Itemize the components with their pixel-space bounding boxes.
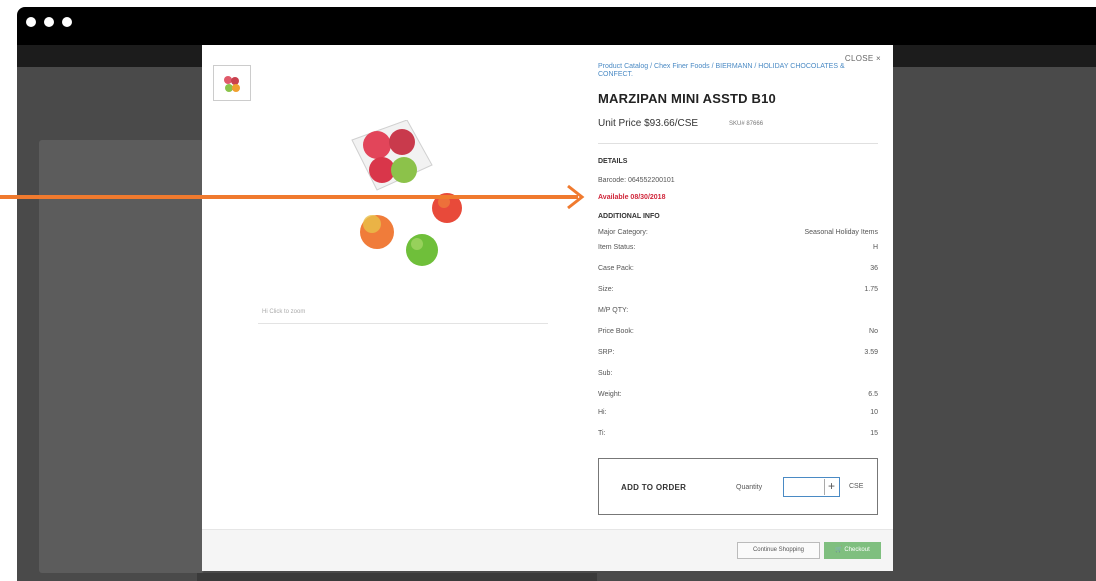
details-heading: DETAILS [598, 158, 628, 165]
info-value: Seasonal Holiday Items [804, 229, 878, 236]
availability-text: Available 08/30/2018 [598, 194, 666, 201]
quantity-label: Quantity [736, 484, 763, 491]
info-label: Case Pack: [598, 265, 634, 272]
barcode-text: Barcode: 064552200101 [598, 177, 675, 184]
info-row: SRP: 3.59 [598, 349, 878, 356]
info-label: SRP: [598, 349, 615, 356]
info-value: 6.5 [868, 391, 878, 398]
sku-label: SKU# 87666 [729, 121, 764, 127]
info-value: 3.59 [864, 349, 878, 356]
checkout-button[interactable]: 🛒 Checkout [824, 542, 881, 559]
continue-shopping-button[interactable]: Continue Shopping [737, 542, 820, 559]
checkout-label: Checkout [844, 547, 870, 553]
annotation-arrow [0, 184, 585, 210]
info-label: Ti: [598, 430, 606, 437]
info-label: Size: [598, 286, 614, 293]
info-row: Weight: 6.5 [598, 391, 878, 398]
add-to-order-label: ADD TO ORDER [621, 483, 687, 492]
image-caption: Hi Click to zoom [262, 309, 306, 315]
info-label: Price Book: [598, 328, 634, 335]
cart-icon: 🛒 [835, 547, 843, 553]
info-row: Major Category: Seasonal Holiday Items [598, 229, 878, 236]
info-row: Item Status: H [598, 244, 878, 251]
info-row: Size: 1.75 [598, 286, 878, 293]
quantity-increment-button[interactable]: + [824, 479, 838, 495]
info-row: Sub: [598, 370, 878, 377]
divider [598, 143, 878, 144]
add-to-order-box: ADD TO ORDER Quantity + CSE [598, 458, 878, 515]
info-value: H [872, 244, 878, 251]
info-value: 15 [870, 430, 878, 437]
modal-footer: Continue Shopping 🛒 Checkout [202, 529, 893, 571]
info-label: Sub: [598, 370, 613, 377]
app-window: CLOSE × Hi Click to zoom Product Catalog… [0, 0, 1096, 581]
info-row: M/P QTY: [598, 307, 878, 314]
unit-price: Unit Price $93.66/CSE [598, 118, 699, 129]
close-button[interactable]: CLOSE × [845, 54, 881, 63]
info-row: Hi: 10 [598, 409, 878, 416]
info-row: Case Pack: 36 [598, 265, 878, 272]
product-title: MARZIPAN MINI ASSTD B10 [598, 91, 776, 106]
additional-info-heading: ADDITIONAL INFO [598, 213, 660, 220]
info-label: Hi: [598, 409, 607, 416]
info-row: Ti: 15 [598, 430, 878, 437]
background-footer [197, 573, 597, 581]
info-value: 1.75 [864, 286, 878, 293]
info-value: 36 [870, 265, 878, 272]
info-label: Item Status: [598, 244, 636, 251]
unit-label: CSE [849, 483, 864, 490]
breadcrumb[interactable]: Product Catalog / Chex Finer Foods / BIE… [598, 63, 858, 79]
info-value: 10 [870, 409, 878, 416]
info-value: No [869, 328, 878, 335]
info-row: Price Book: No [598, 328, 878, 335]
divider [258, 323, 548, 324]
info-label: M/P QTY: [598, 307, 629, 314]
info-label: Major Category: [598, 229, 648, 236]
info-label: Weight: [598, 391, 622, 398]
